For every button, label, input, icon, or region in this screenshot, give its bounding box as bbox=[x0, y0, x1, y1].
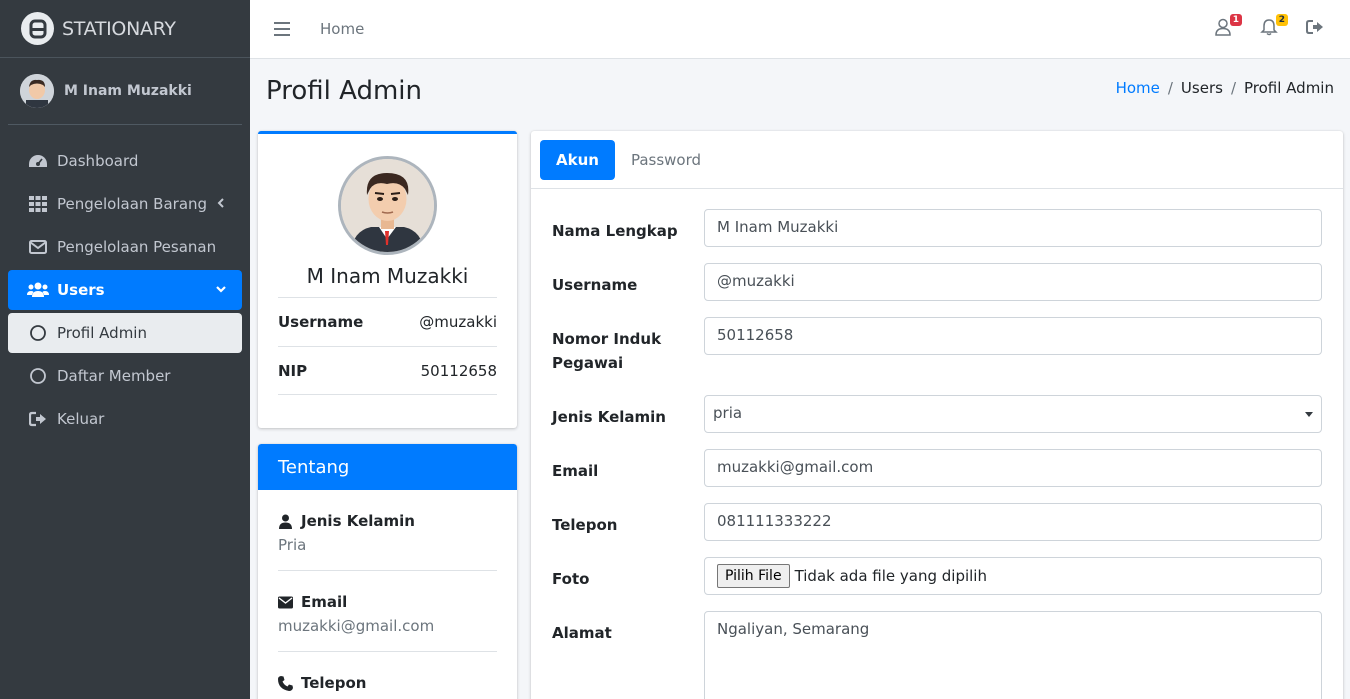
sidebar-item-label: Pengelolaan Pesanan bbox=[57, 238, 217, 256]
sidebar-item-label: Profil Admin bbox=[57, 324, 147, 342]
page-title: Profil Admin bbox=[266, 76, 422, 106]
profile-avatar bbox=[338, 156, 437, 255]
sidebar-nav: Dashboard Pengelolaan Barang Pengelolaan… bbox=[0, 125, 250, 439]
nama-field[interactable]: M Inam Muzakki bbox=[704, 209, 1322, 247]
telepon-label: Telepon bbox=[552, 516, 618, 534]
sidebar-user-panel[interactable]: M Inam Muzakki bbox=[8, 58, 242, 125]
sidebar-item-daftar-member[interactable]: Daftar Member bbox=[8, 356, 242, 396]
username-label: Username bbox=[552, 276, 638, 294]
avatar bbox=[20, 74, 54, 108]
profile-row-value: 50112658 bbox=[420, 361, 497, 380]
about-card: Tentang Jenis Kelamin Pria Email muzakki… bbox=[258, 444, 517, 699]
username-field[interactable]: @muzakki bbox=[704, 263, 1322, 301]
users-icon bbox=[27, 281, 49, 299]
circle-icon bbox=[27, 324, 49, 342]
bell-badge: 2 bbox=[1275, 14, 1288, 26]
choose-file-button[interactable]: Pilih File bbox=[717, 564, 790, 588]
bell-notification-button[interactable]: 2 bbox=[1260, 14, 1288, 38]
about-item-label: Telepon bbox=[301, 674, 367, 692]
tab-password[interactable]: Password bbox=[615, 140, 717, 180]
about-item-label: Email bbox=[301, 593, 348, 611]
brand-logo-icon bbox=[21, 12, 54, 45]
profile-card: M Inam Muzakki Username @muzakki NIP 501… bbox=[258, 131, 517, 428]
gender-label: Jenis Kelamin bbox=[552, 408, 666, 426]
breadcrumb-separator: / bbox=[1230, 79, 1236, 97]
breadcrumb-home[interactable]: Home bbox=[1116, 79, 1160, 97]
menu-icon[interactable] bbox=[274, 22, 290, 36]
chevron-left-icon bbox=[214, 196, 228, 210]
sidebar-item-label: Pengelolaan Barang bbox=[57, 195, 208, 213]
sidebar: STATIONARY M Inam Muzakki Dashboard Peng… bbox=[0, 0, 250, 699]
sidebar-item-label: Dashboard bbox=[57, 152, 139, 170]
tab-akun[interactable]: Akun bbox=[540, 139, 615, 180]
brand-name: STATIONARY bbox=[62, 17, 176, 40]
sidebar-item-dashboard[interactable]: Dashboard bbox=[8, 141, 242, 181]
caret-down-icon bbox=[1305, 412, 1313, 417]
alamat-textarea[interactable]: Ngaliyan, Semarang bbox=[704, 611, 1322, 699]
list-item: Username @muzakki bbox=[278, 297, 497, 346]
profile-name: M Inam Muzakki bbox=[306, 264, 469, 288]
about-item-label: Jenis Kelamin bbox=[301, 512, 415, 530]
sidebar-item-profil-admin[interactable]: Profil Admin bbox=[8, 313, 242, 353]
sidebar-item-pengelolaan-pesanan[interactable]: Pengelolaan Pesanan bbox=[8, 227, 242, 267]
dashboard-icon bbox=[27, 152, 49, 170]
profile-row-label: Username bbox=[278, 313, 364, 331]
sidebar-item-keluar[interactable]: Keluar bbox=[8, 399, 242, 439]
profile-row-label: NIP bbox=[278, 361, 308, 380]
circle-icon bbox=[27, 367, 49, 385]
profile-info-list: Username @muzakki NIP 50112658 bbox=[278, 297, 497, 395]
nip-field[interactable]: 50112658 bbox=[704, 317, 1322, 355]
logout-button[interactable] bbox=[1306, 18, 1326, 38]
breadcrumb: Home / Users / Profil Admin bbox=[1116, 79, 1334, 97]
top-home-link[interactable]: Home bbox=[320, 20, 364, 38]
chevron-down-icon bbox=[214, 282, 228, 296]
about-item-gender: Jenis Kelamin Pria bbox=[278, 490, 497, 571]
foto-file-input: Pilih File Tidak ada file yang dipilih bbox=[704, 557, 1322, 595]
nip-label: Nomor Induk Pegawai bbox=[552, 330, 662, 372]
brand[interactable]: STATIONARY bbox=[0, 0, 250, 58]
phone-icon bbox=[278, 675, 293, 691]
account-form-card: Akun Password Nama Lengkap M Inam Muzakk… bbox=[531, 131, 1343, 699]
about-card-title: Tentang bbox=[258, 444, 517, 490]
nama-label: Nama Lengkap bbox=[552, 222, 678, 240]
gender-select[interactable]: pria bbox=[704, 395, 1322, 433]
user-notification-button[interactable]: 1 bbox=[1214, 14, 1242, 38]
sign-out-icon bbox=[1306, 20, 1323, 34]
about-item-value: muzakki@gmail.com bbox=[278, 617, 435, 635]
about-item-phone: Telepon bbox=[278, 652, 497, 699]
email-field[interactable]: muzakki@gmail.com bbox=[704, 449, 1322, 487]
about-card-body: Jenis Kelamin Pria Email muzakki@gmail.c… bbox=[258, 490, 517, 699]
form-tabs: Akun Password bbox=[531, 131, 1343, 189]
list-item: NIP 50112658 bbox=[278, 346, 497, 395]
envelope-icon bbox=[278, 596, 293, 608]
user-badge: 1 bbox=[1229, 14, 1242, 26]
alamat-label: Alamat bbox=[552, 624, 612, 642]
sidebar-item-label: Keluar bbox=[57, 410, 105, 428]
profile-row-value: @muzakki bbox=[419, 313, 497, 331]
user-icon bbox=[279, 514, 292, 529]
sidebar-item-pengelolaan-barang[interactable]: Pengelolaan Barang bbox=[8, 184, 242, 224]
about-item-value: Pria bbox=[278, 536, 307, 554]
foto-label: Foto bbox=[552, 570, 590, 588]
sidebar-item-label: Users bbox=[57, 281, 105, 299]
sidebar-user-name: M Inam Muzakki bbox=[64, 83, 192, 99]
envelope-icon bbox=[27, 238, 49, 256]
grid-icon bbox=[27, 195, 49, 213]
telepon-field[interactable]: 081111333222 bbox=[704, 503, 1322, 541]
email-label: Email bbox=[552, 462, 599, 480]
sidebar-item-label: Daftar Member bbox=[57, 367, 171, 385]
top-navbar: Home 1 2 bbox=[250, 0, 1350, 59]
about-item-email: Email muzakki@gmail.com bbox=[278, 571, 497, 652]
breadcrumb-users: Users bbox=[1180, 79, 1223, 97]
gender-selected-value: pria bbox=[713, 404, 743, 422]
sidebar-item-users[interactable]: Users bbox=[8, 270, 242, 310]
sign-out-icon bbox=[27, 410, 49, 428]
breadcrumb-current: Profil Admin bbox=[1244, 79, 1334, 97]
breadcrumb-separator: / bbox=[1167, 79, 1173, 97]
file-status-text: Tidak ada file yang dipilih bbox=[794, 567, 987, 585]
top-right-icons: 1 2 bbox=[1188, 14, 1326, 38]
